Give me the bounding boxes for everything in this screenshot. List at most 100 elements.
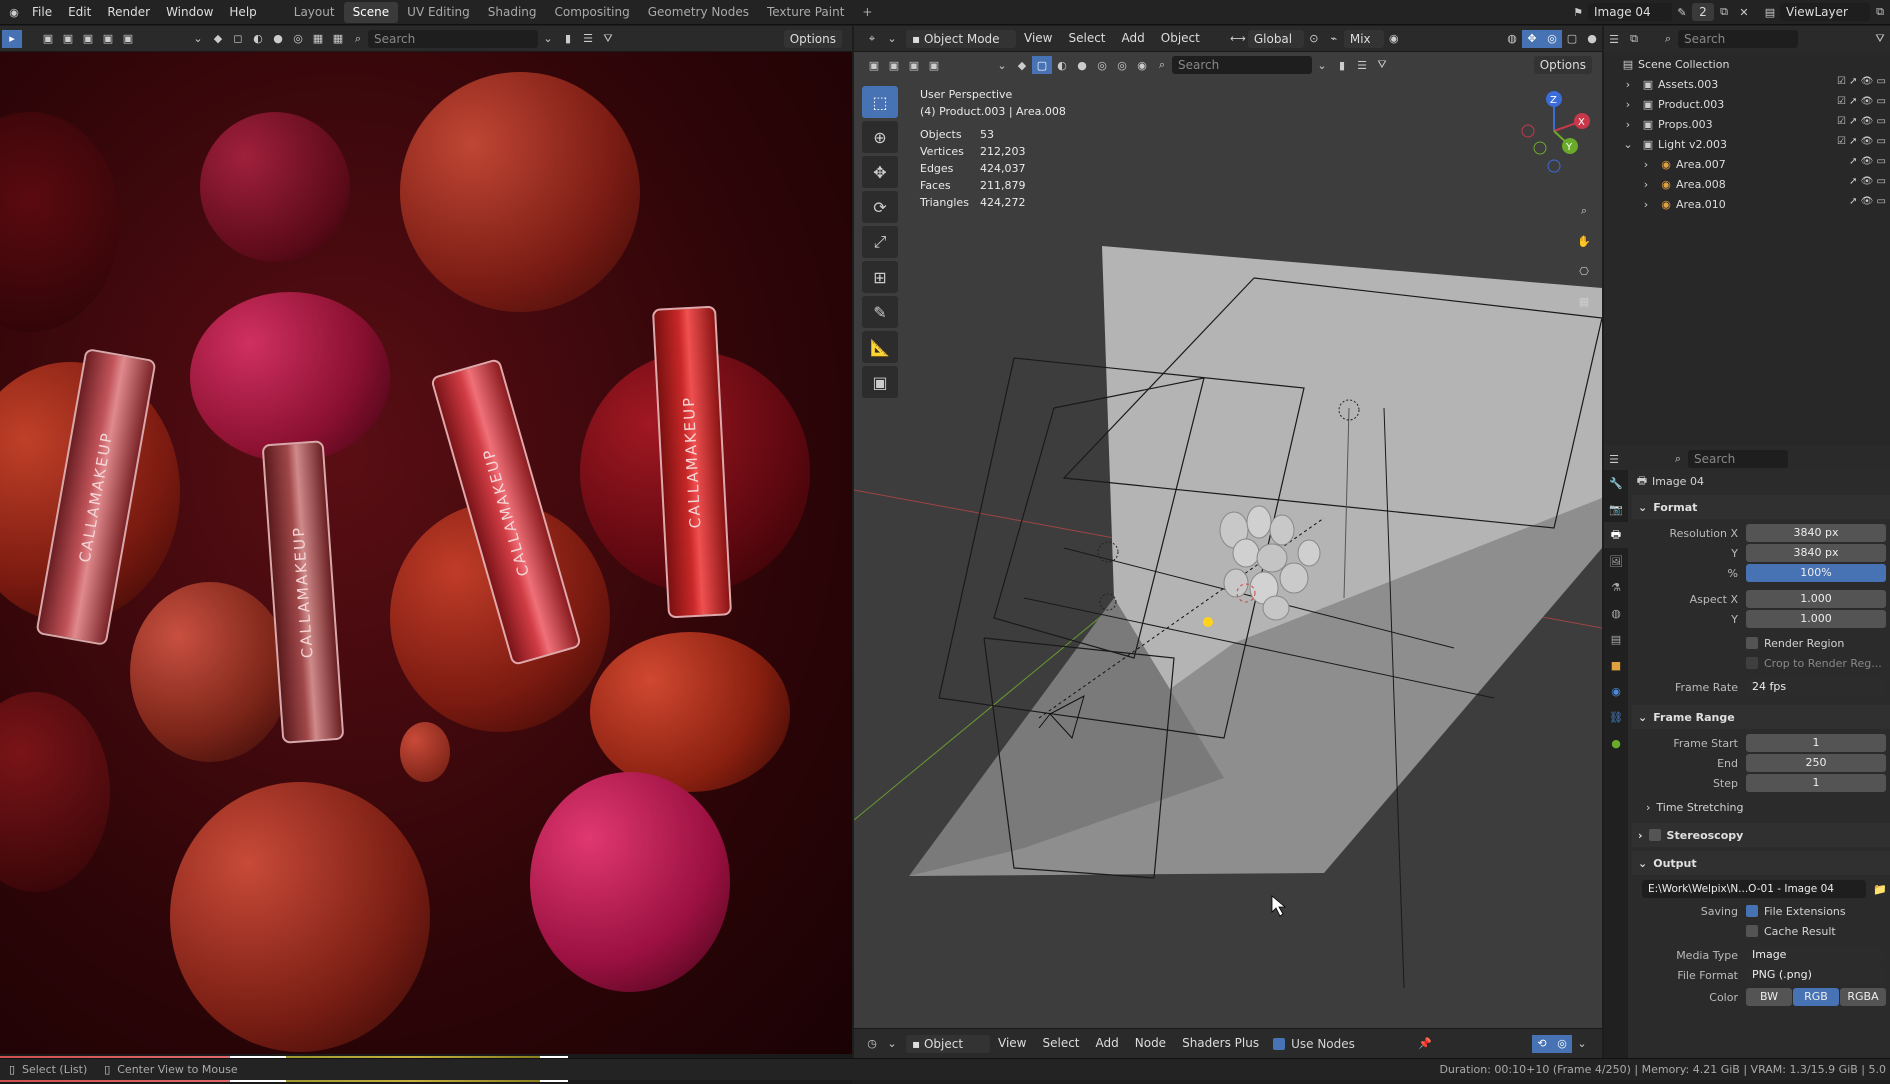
menu-edit[interactable]: Edit: [60, 0, 99, 25]
node-menu-add[interactable]: Add: [1088, 1031, 1127, 1056]
view-layer-tab-icon[interactable]: 🖼: [1604, 548, 1628, 574]
view-toggle2-icon[interactable]: ▦: [328, 30, 348, 48]
node-menu-view[interactable]: View: [990, 1031, 1034, 1056]
scene-users-count[interactable]: 2: [1692, 3, 1714, 21]
chevron-right-icon[interactable]: ›: [1618, 75, 1638, 93]
viewport-search-input[interactable]: Search: [1172, 56, 1312, 74]
select-mode-invert-icon[interactable]: ▣: [98, 30, 118, 48]
tab-geometry-nodes[interactable]: Geometry Nodes: [639, 2, 758, 23]
media-type-dropdown[interactable]: Image: [1746, 946, 1886, 964]
visibility-toggles[interactable]: ☑ ➚ 👁 ▭: [1837, 136, 1886, 147]
frame-range-panel-header[interactable]: ⌄ Frame Range: [1632, 705, 1890, 729]
color-rgb-button[interactable]: RGB: [1793, 988, 1839, 1006]
use-nodes-checkbox[interactable]: [1273, 1037, 1286, 1050]
tab-compositing[interactable]: Compositing: [546, 2, 639, 23]
pan-hand-icon[interactable]: ✋: [1574, 226, 1594, 256]
chevron-right-icon[interactable]: ›: [1636, 195, 1656, 213]
filter-mesh-icon[interactable]: ▢: [1032, 56, 1052, 74]
list-view-icon[interactable]: ☰: [578, 30, 598, 48]
blender-logo-icon[interactable]: ◉: [4, 3, 24, 21]
filter-other-icon[interactable]: ◉: [1132, 56, 1152, 74]
snap-icon[interactable]: ⌁: [1324, 30, 1344, 48]
select-box-tool[interactable]: ⬚: [862, 86, 898, 118]
transform-tool[interactable]: ⊞: [862, 261, 898, 293]
select-subtract-icon[interactable]: ▣: [904, 56, 924, 74]
file-format-dropdown[interactable]: PNG (.png): [1746, 966, 1886, 984]
render-region-checkbox[interactable]: [1746, 637, 1758, 649]
node-menu-shaders-plus[interactable]: Shaders Plus: [1174, 1031, 1267, 1056]
select-mode-new-icon[interactable]: ▣: [38, 30, 58, 48]
close-scene-icon[interactable]: ✕: [1734, 3, 1754, 21]
filter-empty-icon[interactable]: ◎: [1112, 56, 1132, 74]
gizmo-toggle-icon[interactable]: ✥: [1522, 29, 1542, 48]
pin-icon[interactable]: 📌: [1415, 1035, 1435, 1053]
orientation-dropdown[interactable]: Global: [1247, 29, 1304, 48]
editor-type-icon[interactable]: ☰: [1604, 450, 1624, 468]
world-tab-icon[interactable]: ◍: [1604, 600, 1628, 626]
editor-type-icon[interactable]: ◷: [862, 1035, 882, 1053]
visibility-toggles[interactable]: ☑ ➚ 👁 ▭: [1837, 76, 1886, 87]
menu-add[interactable]: Add: [1114, 26, 1153, 51]
zoom-icon[interactable]: ⌕: [1574, 196, 1594, 226]
menu-object[interactable]: Object: [1153, 26, 1208, 51]
select-new-icon[interactable]: ▣: [864, 56, 884, 74]
cache-result-checkbox[interactable]: [1746, 925, 1758, 937]
scene-icon[interactable]: ⚑: [1568, 3, 1588, 21]
measure-tool[interactable]: 📐: [862, 331, 898, 363]
view-layer-field[interactable]: ViewLayer: [1780, 3, 1870, 21]
node-menu-select[interactable]: Select: [1034, 1031, 1087, 1056]
frame-step-field[interactable]: 1: [1746, 774, 1886, 792]
chevron-right-icon[interactable]: ›: [1618, 95, 1638, 113]
menu-render[interactable]: Render: [99, 0, 158, 25]
aspect-y-field[interactable]: 1.000: [1746, 610, 1886, 628]
time-stretching-subpanel[interactable]: › Time Stretching: [1632, 797, 1890, 817]
outliner-item-props[interactable]: › ▣ Props.003 ☑ ➚ 👁 ▭: [1604, 114, 1890, 134]
chevron-right-icon[interactable]: ›: [1636, 155, 1656, 173]
outliner-search-input[interactable]: Search: [1678, 30, 1798, 48]
shading-render-icon[interactable]: ●: [268, 30, 288, 48]
output-path-field[interactable]: E:\Work\Welpix\N...O-01 - Image 04: [1642, 880, 1866, 898]
rotate-tool[interactable]: ⟳: [862, 191, 898, 223]
cursor-tool[interactable]: ⊕: [862, 121, 898, 153]
tab-layout[interactable]: Layout: [285, 2, 344, 23]
view-layer-browse-icon[interactable]: ⧉: [1870, 3, 1890, 21]
menu-view[interactable]: View: [1016, 26, 1060, 51]
chevron-down-icon[interactable]: ⌄: [1572, 1035, 1592, 1053]
shading-solid-icon[interactable]: ●: [1582, 30, 1602, 48]
move-tool[interactable]: ✥: [862, 156, 898, 188]
outliner-item-assets[interactable]: › ▣ Assets.003 ☑ ➚ 👁 ▭: [1604, 74, 1890, 94]
format-panel-header[interactable]: ⌄ Format: [1632, 495, 1890, 519]
object-mode-dropdown[interactable]: ▪ Object Mode: [906, 29, 1016, 48]
visibility-toggles[interactable]: ➚ 👁 ▭: [1849, 196, 1886, 207]
data-tab-icon[interactable]: ●: [1604, 730, 1628, 756]
object-tab-icon[interactable]: ■: [1604, 652, 1628, 678]
render-tab-icon[interactable]: 📷: [1604, 496, 1628, 522]
chevron-down-icon[interactable]: ⌄: [882, 1035, 902, 1053]
crop-checkbox[interactable]: [1746, 657, 1758, 669]
color-rgba-button[interactable]: RGBA: [1840, 988, 1886, 1006]
render-preview[interactable]: CALLAMAKEUP CALLAMAKEUP CALLAMAKEUP CALL…: [0, 52, 852, 1054]
filter-icon[interactable]: ⛛: [598, 30, 618, 48]
filter-curve-icon[interactable]: ◐: [1052, 56, 1072, 74]
display-mode-icon[interactable]: ⧉: [1624, 30, 1644, 48]
filter-light-icon[interactable]: ●: [1072, 56, 1092, 74]
properties-search-input[interactable]: Search: [1688, 450, 1788, 468]
frame-rate-dropdown[interactable]: 24 fps: [1746, 678, 1886, 696]
outliner-item-area010[interactable]: › ◉ Area.010 ➚ 👁 ▭: [1604, 194, 1890, 214]
snap-icon[interactable]: ⟲: [1532, 1034, 1552, 1053]
resolution-x-field[interactable]: 3840 px: [1746, 524, 1886, 542]
tab-uv-editing[interactable]: UV Editing: [398, 2, 479, 23]
view-toggle-icon[interactable]: ▦: [308, 30, 328, 48]
collection-tab-icon[interactable]: ▤: [1604, 626, 1628, 652]
chevron-down-icon[interactable]: ⌄: [992, 56, 1012, 74]
tab-scene[interactable]: Scene: [343, 1, 399, 23]
select-extend-icon[interactable]: ▣: [884, 56, 904, 74]
aspect-x-field[interactable]: 1.000: [1746, 590, 1886, 608]
view-layer-icon[interactable]: ▤: [1760, 3, 1780, 21]
pivot-icon[interactable]: ⊙: [1304, 30, 1324, 48]
stereoscopy-checkbox[interactable]: [1648, 829, 1661, 841]
filter-icon[interactable]: ⛛: [1870, 30, 1890, 48]
stereoscopy-panel-header[interactable]: › Stereoscopy: [1632, 823, 1890, 847]
editor-type-icon[interactable]: ☰: [1604, 30, 1624, 48]
output-tab-icon[interactable]: 🖶: [1604, 522, 1628, 548]
